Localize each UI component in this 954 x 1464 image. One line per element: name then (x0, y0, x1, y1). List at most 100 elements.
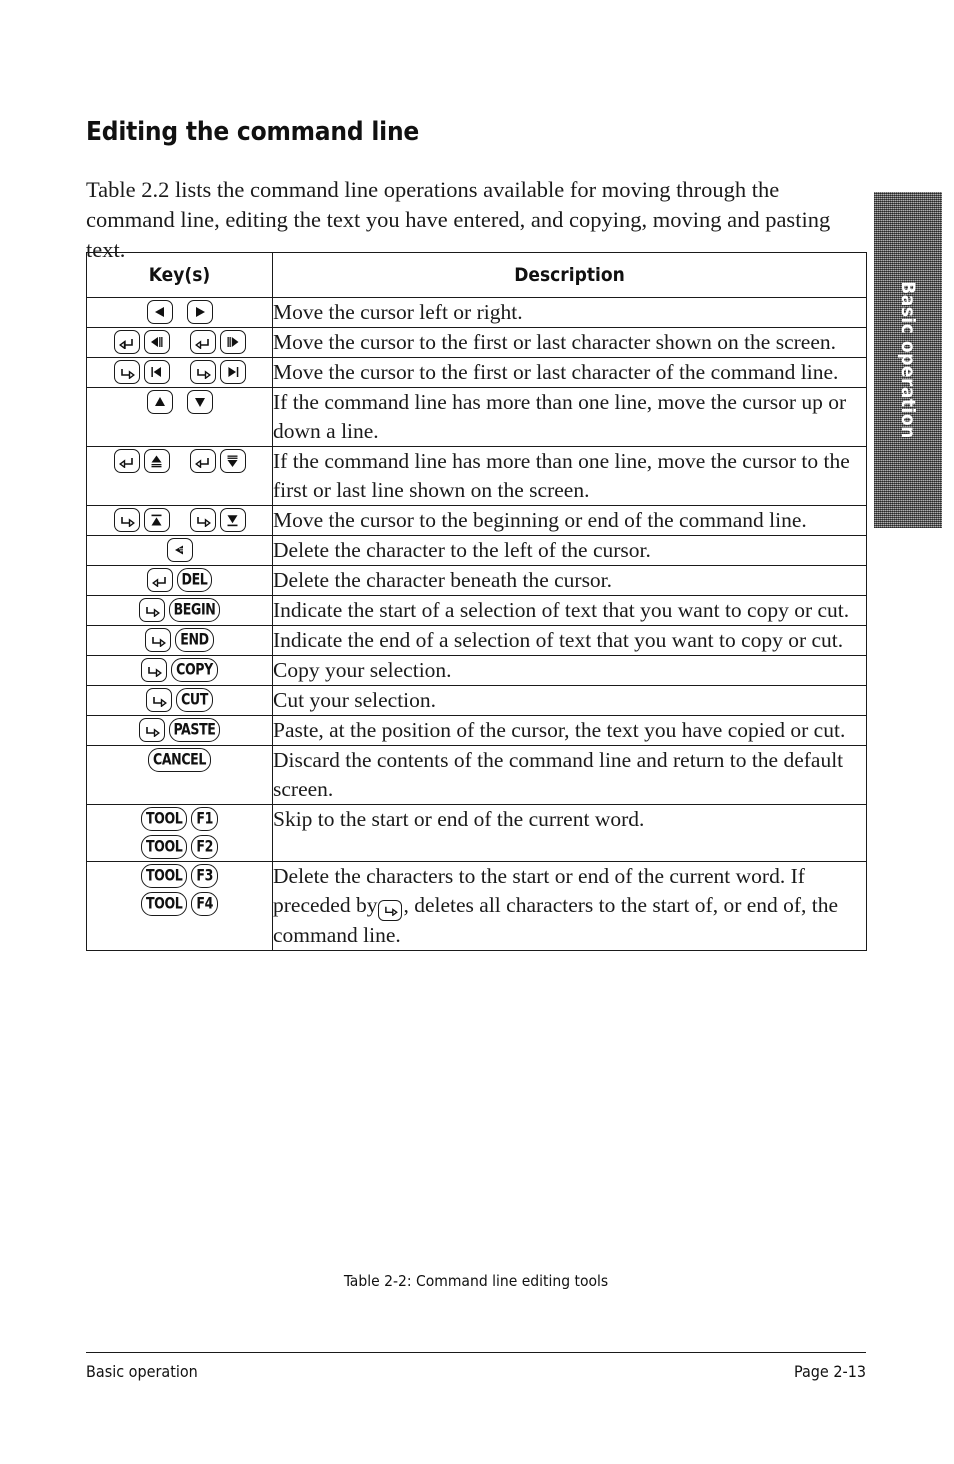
shift-right-key[interactable] (145, 628, 172, 652)
f1-key-label: F1 (196, 810, 213, 828)
tool-key-label: TOOL (145, 838, 183, 856)
key-cell (86, 535, 273, 566)
cancel-key[interactable]: CANCEL (147, 748, 211, 772)
up-arrow-key[interactable] (146, 390, 173, 414)
table-row: Move the cursor to the first or last cha… (86, 357, 867, 388)
backspace-key[interactable] (166, 538, 193, 562)
description-cell: Move the cursor to the first or last cha… (272, 327, 867, 358)
end-key[interactable]: END (175, 628, 214, 652)
tool-key[interactable]: TOOL (140, 864, 188, 888)
shift-right-key[interactable] (141, 658, 168, 682)
shift-right-key[interactable] (113, 360, 140, 384)
description-cell: If the command line has more than one li… (272, 446, 867, 506)
tool-key-label: TOOL (145, 867, 183, 885)
table-row: If the command line has more than one li… (86, 446, 867, 506)
begin-key[interactable]: BEGIN (168, 598, 221, 622)
left-arrow-bars-key[interactable] (143, 330, 170, 354)
tool-key-label: TOOL (145, 895, 183, 913)
shift-left-key[interactable] (113, 449, 140, 473)
shift-right-hook-icon (152, 636, 167, 647)
shift-right-key[interactable] (138, 718, 165, 742)
key-cell: END (86, 625, 273, 656)
left-arrow-bar-key[interactable] (143, 360, 170, 384)
shift-left-hook-icon (151, 576, 166, 587)
command-line-editing-table: Key(s) Description Move the cursor left … (86, 252, 867, 951)
down-arrow-bars-key[interactable] (219, 449, 246, 473)
description-cell: Delete the character beneath the cursor. (272, 565, 867, 596)
left-triangle-bars-icon (150, 337, 162, 347)
down-arrow-bar-key[interactable] (219, 508, 246, 532)
down-arrow-key[interactable] (186, 390, 213, 414)
shift-right-key[interactable] (138, 598, 165, 622)
shift-left-key[interactable] (189, 449, 216, 473)
shift-left-hook-icon (194, 338, 209, 349)
shift-right-key[interactable] (113, 508, 140, 532)
shift-left-key[interactable] (146, 568, 173, 592)
shift-right-hook-icon (385, 906, 398, 916)
shift-left-key[interactable] (189, 330, 216, 354)
description-cell: Indicate the start of a selection of tex… (272, 595, 867, 626)
shift-left-hook-icon (118, 457, 133, 468)
tool-key-label: TOOL (145, 810, 183, 828)
shift-right-hook-icon (120, 516, 135, 527)
right-triangle-bar-icon (227, 367, 238, 377)
down-triangle-bar-icon (227, 514, 238, 526)
end-key-label: END (180, 631, 209, 649)
del-key[interactable]: DEL (176, 568, 213, 592)
shift-right-key[interactable] (189, 360, 216, 384)
description-cell: Copy your selection. (272, 655, 867, 686)
shift-right-key[interactable] (189, 508, 216, 532)
paste-key[interactable]: PASTE (168, 718, 221, 742)
description-part-1: Delete the characters to the start or en… (273, 864, 731, 888)
tool-key[interactable]: TOOL (140, 835, 188, 859)
shift-left-hook-icon (194, 457, 209, 468)
table-row: END Indicate the end of a selection of t… (86, 625, 867, 656)
table-row: If the command line has more than one li… (86, 387, 867, 447)
cut-key-label: CUT (181, 691, 208, 709)
table-header-row: Key(s) Description (86, 252, 867, 298)
table-row: Delete the character to the left of the … (86, 535, 867, 566)
key-cell: CUT (86, 685, 273, 716)
description-cell: Move the cursor left or right. (272, 297, 867, 328)
document-page: Editing the command line Table 2.2 lists… (0, 0, 954, 1464)
up-arrow-bar-key[interactable] (143, 508, 170, 532)
right-arrow-key[interactable] (186, 300, 213, 324)
table-row: CANCEL Discard the contents of the comma… (86, 745, 867, 805)
table-row: PASTE Paste, at the position of the curs… (86, 715, 867, 746)
tool-key[interactable]: TOOL (140, 807, 188, 831)
f1-key[interactable]: F1 (191, 807, 218, 831)
shift-right-hook-icon (145, 606, 160, 617)
shift-right-hook-icon (196, 368, 211, 379)
copy-key[interactable]: COPY (171, 658, 218, 682)
shift-left-hook-icon (118, 338, 133, 349)
page-title: Editing the command line (86, 117, 420, 148)
shift-right-hook-icon (196, 516, 211, 527)
left-triangle-bar-icon (150, 367, 161, 377)
shift-right-hook-icon (145, 726, 160, 737)
table-row: Move the cursor left or right. (86, 297, 867, 328)
f4-key[interactable]: F4 (191, 892, 218, 916)
f2-key-label: F2 (196, 838, 213, 856)
up-arrow-bars-key[interactable] (143, 449, 170, 473)
shift-right-key[interactable] (146, 688, 173, 712)
up-triangle-bar-icon (151, 514, 162, 525)
right-arrow-bar-key[interactable] (219, 360, 246, 384)
key-cell: TOOL F1 TOOL F2 (86, 804, 273, 862)
shift-right-key-inline (378, 899, 403, 921)
up-triangle-icon (154, 397, 165, 406)
cut-key[interactable]: CUT (176, 688, 213, 712)
column-header-keys: Key(s) (86, 252, 273, 298)
tool-key[interactable]: TOOL (140, 892, 188, 916)
left-triangle-icon (154, 307, 164, 317)
key-cell (86, 446, 273, 506)
left-arrow-key[interactable] (146, 300, 173, 324)
f3-key[interactable]: F3 (191, 864, 218, 888)
begin-key-label: BEGIN (173, 601, 216, 619)
shift-left-key[interactable] (113, 330, 140, 354)
shift-right-hook-icon (120, 368, 135, 379)
footer-divider (86, 1352, 866, 1353)
table-row: Move the cursor to the beginning or end … (86, 505, 867, 536)
right-arrow-bars-key[interactable] (219, 330, 246, 354)
f2-key[interactable]: F2 (191, 835, 218, 859)
backspace-triangle-icon (174, 545, 183, 555)
